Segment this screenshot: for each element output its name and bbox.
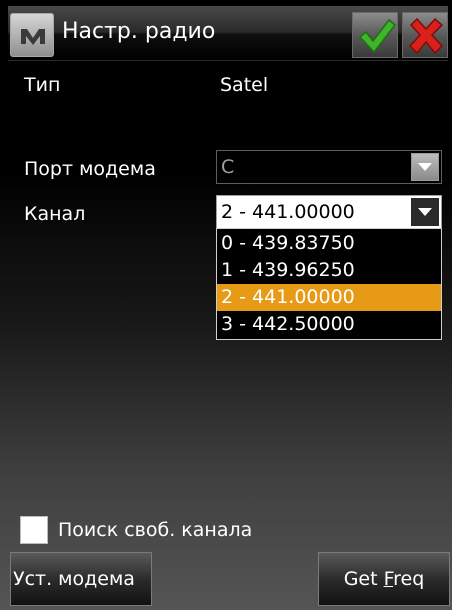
channel-select[interactable]: 2 - 441.00000 [216,195,442,229]
channel-option[interactable]: 3 - 442.50000 [217,311,441,338]
set-modem-button[interactable]: Уст. модема [10,552,152,606]
get-freq-label-prefix: Get [343,568,384,590]
get-freq-label-accelerator: F [383,568,394,590]
checkmark-icon [358,18,397,54]
channel-option-selected[interactable]: 2 - 441.00000 [217,284,441,311]
cancel-button[interactable] [402,12,448,58]
channel-select-value: 2 - 441.00000 [221,201,355,223]
port-select[interactable]: C [216,150,442,184]
channel-label: Канал [24,203,86,225]
title-bar: Настр. радио [8,6,448,61]
m-logo-icon[interactable] [10,13,54,57]
ok-button[interactable] [352,12,398,58]
get-freq-button[interactable]: Get Freq [318,552,450,606]
chevron-down-icon[interactable] [411,198,439,226]
port-label: Порт модема [24,158,156,180]
type-label: Тип [24,74,61,96]
get-freq-label-suffix: req [393,568,425,590]
port-select-value: C [221,156,235,178]
channel-option[interactable]: 1 - 439.96250 [217,257,441,284]
free-channel-checkbox[interactable] [20,516,48,544]
window-title: Настр. радио [62,19,216,44]
chevron-down-icon[interactable] [411,153,439,181]
channel-option[interactable]: 0 - 439.83750 [217,230,441,257]
channel-dropdown-list: 0 - 439.83750 1 - 439.96250 2 - 441.0000… [216,228,442,340]
close-x-icon [408,17,444,55]
type-value: Satel [220,74,269,96]
free-channel-label: Поиск своб. канала [58,519,253,541]
